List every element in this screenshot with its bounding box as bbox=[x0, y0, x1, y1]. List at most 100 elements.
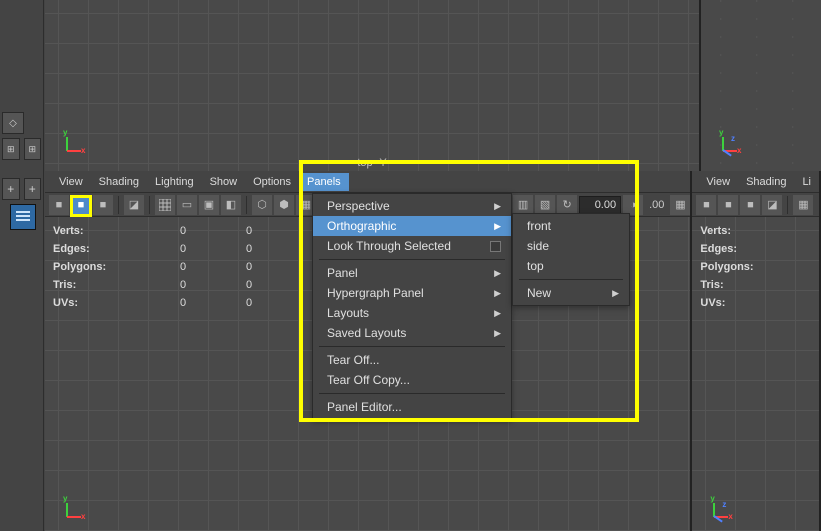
grid-toggle-button[interactable] bbox=[155, 195, 175, 215]
hud-row-verts: Verts: bbox=[700, 223, 773, 239]
menu-item-label: Perspective bbox=[327, 199, 390, 213]
gamma-button[interactable]: ◑ bbox=[623, 195, 643, 215]
poly-count-hud: Verts:00 Edges:00 Polygons:00 Tris:00 UV… bbox=[51, 221, 260, 313]
submenu-arrow-icon: ▶ bbox=[612, 288, 619, 299]
menu-item-label: Look Through Selected bbox=[327, 239, 451, 253]
render-button[interactable]: ↻ bbox=[557, 195, 577, 215]
menu-item-panel-editor[interactable]: Panel Editor... bbox=[313, 397, 511, 417]
submenu-item-front[interactable]: front bbox=[513, 216, 629, 236]
menu-lighting[interactable]: Lighting bbox=[147, 173, 202, 191]
menu-item-panel[interactable]: Panel ▶ bbox=[313, 263, 511, 283]
film-gate-button[interactable]: ▭ bbox=[177, 195, 197, 215]
hud-row-polygons: Polygons: bbox=[700, 259, 773, 275]
poly-count-hud: Verts: Edges: Polygons: Tris: UVs: bbox=[698, 221, 775, 313]
hud-row-uvs: UVs:00 bbox=[53, 295, 258, 311]
grid-right-button[interactable]: ⊞ bbox=[24, 138, 42, 160]
top-viewport-left[interactable]: yx top -Y bbox=[45, 0, 701, 171]
menu-item-tear-off[interactable]: Tear Off... bbox=[313, 350, 511, 370]
submenu-arrow-icon: ▶ bbox=[494, 268, 501, 279]
viewport-body[interactable]: Verts: Edges: Polygons: Tris: UVs: yxz bbox=[692, 217, 819, 531]
exposure-field[interactable] bbox=[579, 196, 621, 214]
submenu-arrow-icon: ▶ bbox=[494, 221, 501, 232]
menu-item-label: Layouts bbox=[327, 306, 369, 320]
menu-item-look-through-selected[interactable]: Look Through Selected bbox=[313, 236, 511, 256]
panel-toolbar: ■ ■ ■ ◪ ▦ bbox=[692, 193, 819, 217]
grid-toggle-button[interactable]: ▦ bbox=[793, 195, 813, 215]
grid-left-button[interactable]: ⊞ bbox=[2, 138, 20, 160]
panels-menu-popup: Perspective ▶ Orthographic ▶ Look Throug… bbox=[312, 193, 512, 420]
expand-left-button[interactable]: + bbox=[2, 178, 20, 200]
hud-row-edges: Edges: bbox=[700, 241, 773, 257]
submenu-item-top[interactable]: top bbox=[513, 256, 629, 276]
camera-settings-button[interactable]: ■ bbox=[718, 195, 738, 215]
overlay-button[interactable]: ▦ bbox=[670, 195, 690, 215]
grid-icon bbox=[159, 199, 171, 211]
menu-item-label: Panel bbox=[327, 266, 358, 280]
hud-row-uvs: UVs: bbox=[700, 295, 773, 311]
menu-item-label: top bbox=[527, 259, 544, 273]
expand-right-button[interactable]: + bbox=[24, 178, 42, 200]
menu-item-label: Tear Off... bbox=[327, 353, 379, 367]
resolution-gate-button[interactable]: ▣ bbox=[199, 195, 219, 215]
gate-mask-button[interactable]: ◧ bbox=[221, 195, 241, 215]
menu-item-saved-layouts[interactable]: Saved Layouts ▶ bbox=[313, 323, 511, 343]
grid bbox=[45, 0, 699, 171]
extra-value: .00 bbox=[645, 199, 668, 211]
xray-button[interactable]: ▧ bbox=[535, 195, 555, 215]
menu-lighting-clipped[interactable]: Li bbox=[794, 173, 819, 191]
shelf-button[interactable]: ◇ bbox=[2, 112, 24, 134]
wireframe-button[interactable]: ⬡ bbox=[252, 195, 272, 215]
menu-item-perspective[interactable]: Perspective ▶ bbox=[313, 196, 511, 216]
bookmarks-button[interactable]: ■ bbox=[740, 195, 760, 215]
menu-item-orthographic[interactable]: Orthographic ▶ bbox=[313, 216, 511, 236]
menu-separator bbox=[519, 279, 623, 280]
orthographic-submenu-popup: front side top New ▶ bbox=[512, 213, 630, 306]
image-plane-button[interactable]: ◪ bbox=[124, 195, 144, 215]
list-icon bbox=[15, 209, 31, 225]
shaded-button[interactable]: ⬢ bbox=[274, 195, 294, 215]
menu-item-label: Saved Layouts bbox=[327, 326, 406, 340]
menu-view[interactable]: View bbox=[698, 173, 738, 191]
menu-view[interactable]: View bbox=[51, 173, 91, 191]
axis-gizmo: yx bbox=[63, 493, 91, 521]
checkbox-icon bbox=[490, 241, 501, 252]
submenu-item-new[interactable]: New ▶ bbox=[513, 283, 629, 303]
panel-menubar: View Shading Li bbox=[692, 171, 819, 193]
camera-settings-button[interactable]: ■ bbox=[71, 195, 91, 215]
submenu-item-side[interactable]: side bbox=[513, 236, 629, 256]
hud-row-tris: Tris:00 bbox=[53, 277, 258, 293]
menu-item-label: side bbox=[527, 239, 549, 253]
menu-item-layouts[interactable]: Layouts ▶ bbox=[313, 303, 511, 323]
menu-item-label: Tear Off Copy... bbox=[327, 373, 410, 387]
panel-menubar: View Shading Lighting Show Options Panel… bbox=[45, 171, 690, 193]
menu-options[interactable]: Options bbox=[245, 173, 299, 191]
bookmarks-button[interactable]: ■ bbox=[93, 195, 113, 215]
menu-item-label: Hypergraph Panel bbox=[327, 286, 424, 300]
menu-item-label: New bbox=[527, 286, 551, 300]
viewport-label: top -Y bbox=[357, 157, 386, 169]
active-editor-tab[interactable] bbox=[10, 204, 36, 230]
menu-shading[interactable]: Shading bbox=[91, 173, 147, 191]
select-camera-button[interactable]: ■ bbox=[696, 195, 716, 215]
submenu-arrow-icon: ▶ bbox=[494, 308, 501, 319]
top-viewport-right[interactable]: yxz bbox=[701, 0, 821, 171]
menu-panels[interactable]: Panels bbox=[299, 173, 349, 191]
select-camera-button[interactable]: ■ bbox=[49, 195, 69, 215]
menu-item-tear-off-copy[interactable]: Tear Off Copy... bbox=[313, 370, 511, 390]
image-plane-button[interactable]: ◪ bbox=[762, 195, 782, 215]
menu-item-hypergraph-panel[interactable]: Hypergraph Panel ▶ bbox=[313, 283, 511, 303]
menu-show[interactable]: Show bbox=[202, 173, 246, 191]
top-viewports: yx top -Y yxz bbox=[45, 0, 821, 171]
menu-separator bbox=[319, 393, 505, 394]
menu-shading[interactable]: Shading bbox=[738, 173, 794, 191]
hud-row-tris: Tris: bbox=[700, 277, 773, 293]
left-tool-column: ◇ ⊞ ⊞ + + bbox=[0, 0, 44, 531]
menu-item-label: Orthographic bbox=[327, 219, 396, 233]
axis-gizmo: yxz bbox=[710, 493, 738, 521]
hud-row-edges: Edges:00 bbox=[53, 241, 258, 257]
menu-item-label: Panel Editor... bbox=[327, 400, 402, 414]
axis-gizmo: yxz bbox=[719, 127, 747, 155]
submenu-arrow-icon: ▶ bbox=[494, 328, 501, 339]
submenu-arrow-icon: ▶ bbox=[494, 201, 501, 212]
isolate-button[interactable]: ▥ bbox=[513, 195, 533, 215]
